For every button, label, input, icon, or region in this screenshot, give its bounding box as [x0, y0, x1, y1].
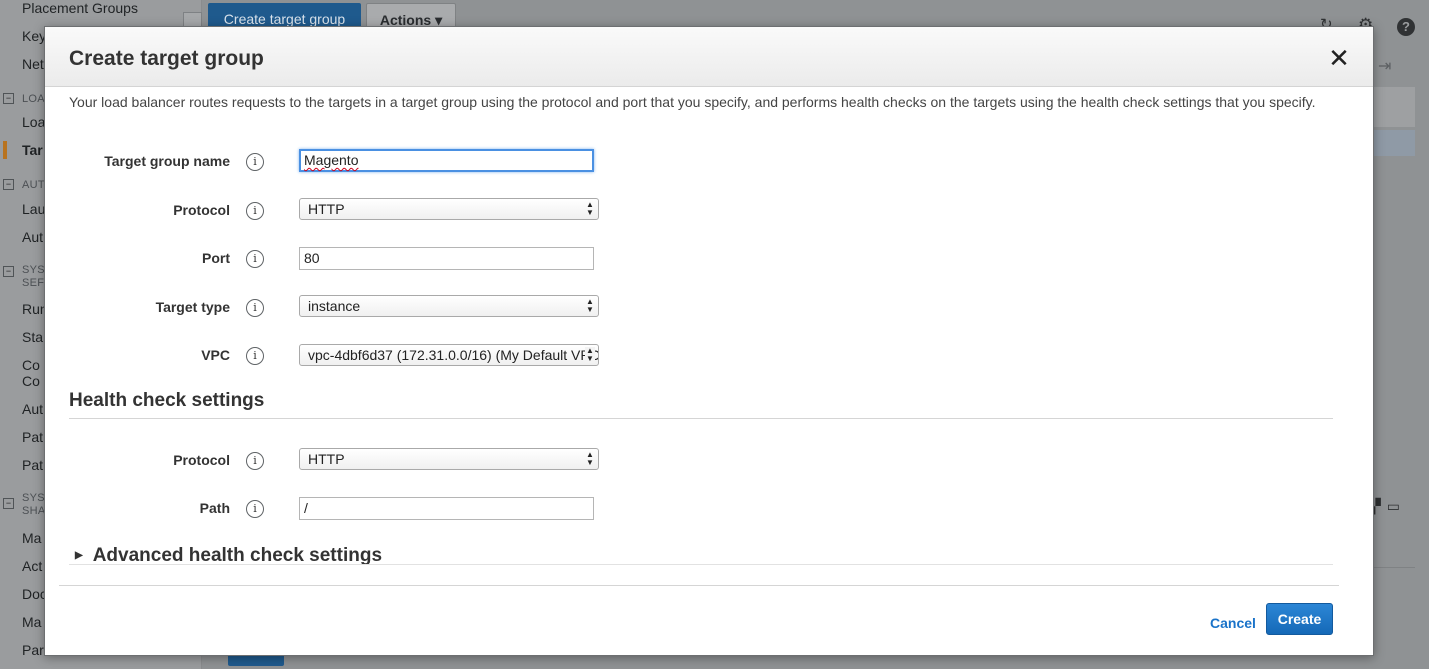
select-arrows-icon: ▲ ▼	[586, 450, 594, 467]
create-target-group-dialog: Create target group ✕ Your load balancer…	[44, 26, 1374, 656]
vpc-select-value: vpc-4dbf6d37 (172.31.0.0/16) (My Default…	[308, 347, 599, 363]
sidebar-item-state-manager[interactable]: Sta	[22, 329, 43, 345]
target-group-name-input[interactable]: Magento	[299, 149, 594, 172]
sidebar-item-network[interactable]: Net	[22, 56, 44, 72]
health-protocol-select-value: HTTP	[308, 451, 345, 467]
sidebar-item-activations[interactable]: Act	[22, 558, 42, 574]
info-icon[interactable]: i	[246, 153, 264, 171]
select-arrows-icon: ▲ ▼	[585, 346, 595, 363]
sidebar-item-managed[interactable]: Ma	[22, 530, 41, 546]
health-path-value: /	[304, 500, 308, 516]
select-arrows-icon: ▲ ▼	[586, 200, 594, 217]
target-type-select-value: instance	[308, 298, 361, 314]
sidebar-section-shared: SHA	[22, 505, 46, 517]
protocol-label: Protocol	[173, 202, 230, 218]
sidebar-item-placement-groups[interactable]: Placement Groups	[22, 0, 138, 16]
target-type-select[interactable]: instance ▲ ▼	[299, 295, 599, 317]
sidebar-item-key-pairs[interactable]: Key	[22, 28, 46, 44]
close-icon[interactable]: ✕	[1327, 45, 1351, 71]
dialog-header: Create target group ✕	[45, 27, 1373, 87]
info-icon[interactable]: i	[246, 299, 264, 317]
port-value: 80	[304, 250, 320, 266]
table-row[interactable]	[1373, 130, 1415, 156]
health-check-section-title: Health check settings	[69, 390, 265, 411]
section-divider	[69, 418, 1333, 419]
sidebar-item-patch-1[interactable]: Pat	[22, 429, 43, 445]
info-icon[interactable]: i	[246, 500, 264, 518]
dialog-title: Create target group	[69, 47, 264, 70]
sidebar-section-services: SEF	[22, 277, 45, 289]
port-label: Port	[202, 250, 230, 266]
caret-right-icon: ▶	[75, 550, 83, 561]
active-indicator	[3, 141, 7, 159]
sidebar-item-patch-2[interactable]: Pat	[22, 457, 43, 473]
health-protocol-select[interactable]: HTTP ▲ ▼	[299, 448, 599, 470]
table-header	[1373, 87, 1415, 127]
health-path-input[interactable]: /	[299, 497, 594, 520]
sidebar-item-configuration-1[interactable]: Co	[22, 357, 40, 373]
footer-divider	[59, 585, 1339, 586]
sidebar-section-load-balancing: LOA	[22, 93, 45, 105]
info-icon[interactable]: i	[246, 202, 264, 220]
collapse-icon[interactable]: −	[3, 266, 14, 277]
vpc-label: VPC	[201, 347, 230, 363]
sidebar-section-systems: SYS	[22, 264, 45, 276]
health-path-label: Path	[199, 500, 230, 516]
sidebar-item-launch-configs[interactable]: Lau	[22, 201, 45, 217]
sidebar-section-auto-scaling: AUT	[22, 179, 45, 191]
dialog-description: Your load balancer routes requests to th…	[69, 94, 1316, 110]
advanced-health-check-label: Advanced health check settings	[92, 545, 383, 566]
create-button[interactable]: Create	[1266, 603, 1333, 635]
health-protocol-label: Protocol	[173, 452, 230, 468]
sidebar-item-parameters[interactable]: Par	[22, 642, 44, 658]
collapse-icon[interactable]: −	[3, 179, 14, 190]
info-icon[interactable]: i	[246, 347, 264, 365]
last-page-icon[interactable]: ⇥	[1378, 56, 1391, 76]
sidebar-item-configuration-2[interactable]: Co	[22, 373, 40, 389]
sidebar-section-systems-2: SYS	[22, 492, 45, 504]
collapse-icon[interactable]: −	[3, 498, 14, 509]
section-divider	[69, 564, 1333, 565]
sidebar-item-maintenance[interactable]: Ma	[22, 614, 41, 630]
port-input[interactable]: 80	[299, 247, 594, 270]
sidebar-item-automations[interactable]: Aut	[22, 401, 43, 417]
help-icon[interactable]: ?	[1397, 18, 1415, 36]
protocol-select-value: HTTP	[308, 201, 345, 217]
divider	[1373, 567, 1415, 568]
panel-layout-icons[interactable]: ▞▭	[1370, 498, 1406, 515]
protocol-select[interactable]: HTTP ▲ ▼	[299, 198, 599, 220]
target-group-name-value: Magento	[304, 152, 359, 168]
select-arrows-icon: ▲ ▼	[586, 297, 594, 314]
sidebar-item-auto-scaling-groups[interactable]: Aut	[22, 229, 43, 245]
info-icon[interactable]: i	[246, 250, 264, 268]
collapse-icon[interactable]: −	[3, 93, 14, 104]
target-group-name-label: Target group name	[104, 153, 230, 169]
sidebar-item-target-groups[interactable]: Tar	[22, 142, 43, 158]
sidebar-item-load-balancers[interactable]: Loa	[22, 114, 45, 130]
cancel-button[interactable]: Cancel	[1210, 615, 1256, 631]
vpc-select[interactable]: vpc-4dbf6d37 (172.31.0.0/16) (My Default…	[299, 344, 599, 366]
target-type-label: Target type	[155, 299, 230, 315]
info-icon[interactable]: i	[246, 452, 264, 470]
